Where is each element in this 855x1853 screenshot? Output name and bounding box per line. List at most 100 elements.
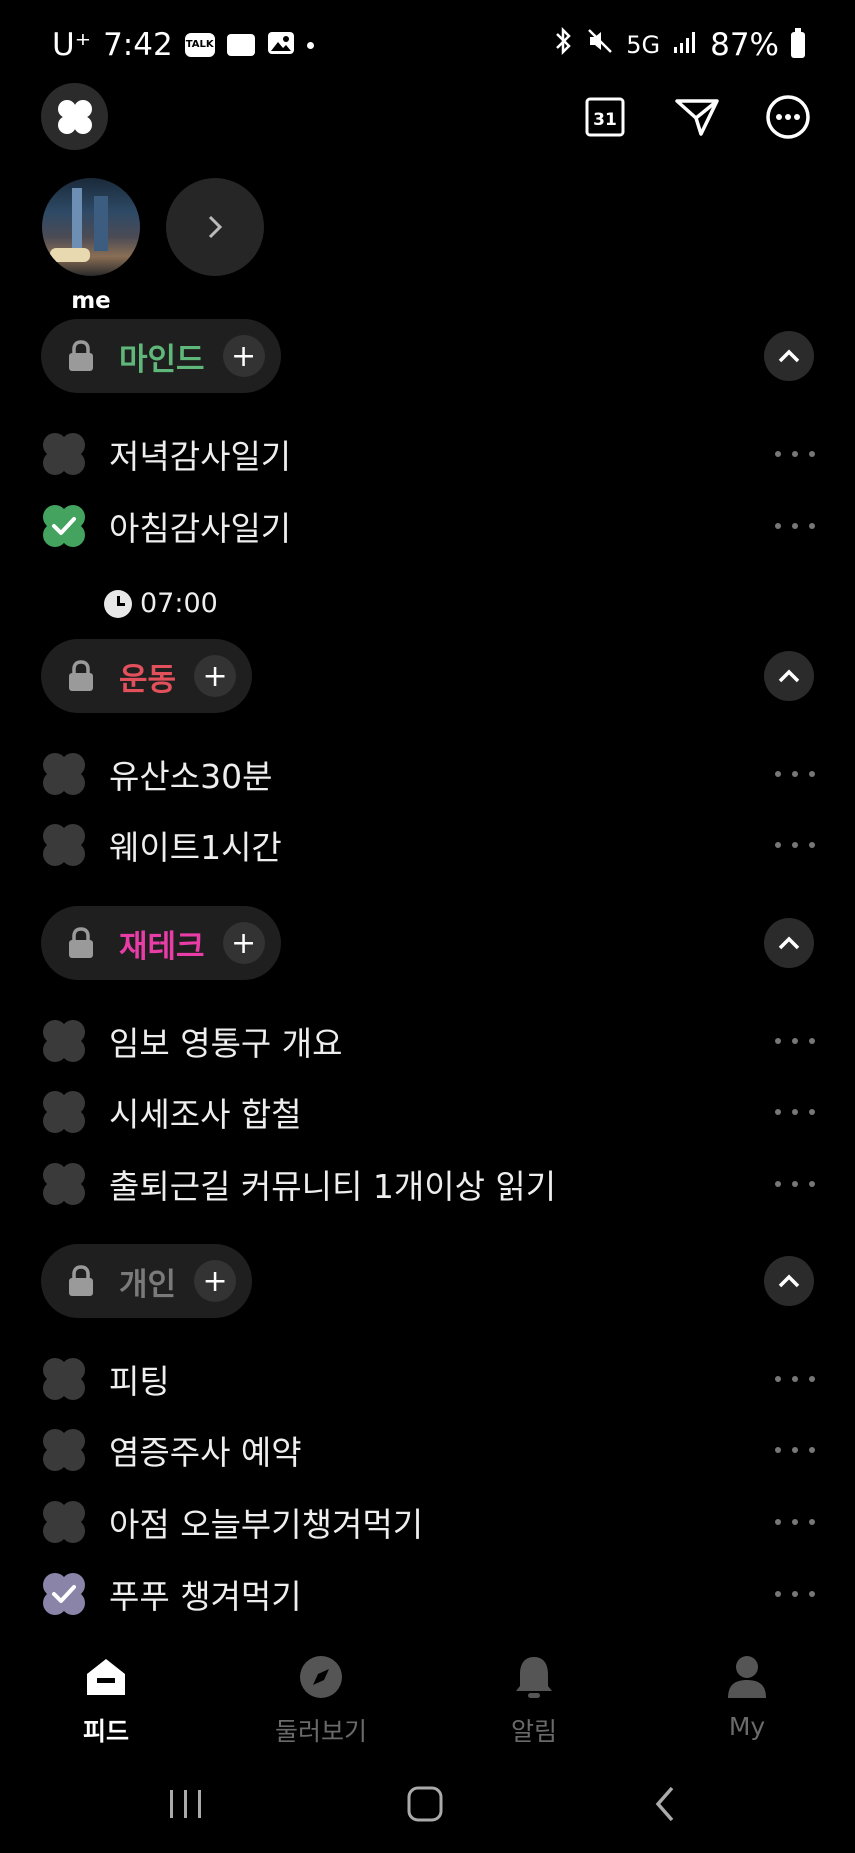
talk-notification-icon: TALK — [184, 33, 215, 57]
unchecked-clover-icon[interactable] — [41, 431, 87, 477]
task-row[interactable]: 푸푸 챙겨먹기 — [41, 1569, 815, 1619]
section-title: 개인 — [119, 1266, 177, 1303]
system-navigation-bar — [0, 1780, 855, 1830]
task-more-icon[interactable] — [775, 1376, 815, 1382]
section-header-pill[interactable]: 재테크 + — [41, 906, 281, 980]
unchecked-clover-icon[interactable] — [41, 1161, 87, 1207]
task-label: 임보 영통구 개요 — [109, 1024, 343, 1063]
clover-logo-icon — [57, 99, 92, 134]
mute-icon — [586, 27, 614, 63]
task-reminder-time: 07:00 — [104, 588, 218, 619]
section-header-pill[interactable]: 개인 + — [41, 1244, 252, 1318]
back-icon[interactable] — [650, 1784, 680, 1824]
chevron-up-icon — [778, 669, 800, 683]
task-label: 염증주사 예약 — [109, 1433, 302, 1472]
person-icon — [657, 1650, 837, 1704]
task-row[interactable]: 저녁감사일기 — [41, 429, 815, 479]
home-system-icon[interactable] — [405, 1784, 445, 1824]
task-more-icon[interactable] — [775, 1109, 815, 1115]
calendar-button[interactable]: 31 — [575, 89, 635, 145]
task-more-icon[interactable] — [775, 1038, 815, 1044]
app-logo-button[interactable] — [41, 83, 108, 150]
task-more-icon[interactable] — [775, 771, 815, 777]
unchecked-clover-icon[interactable] — [41, 751, 87, 797]
task-row[interactable]: 출퇴근길 커뮤니티 1개이상 읽기 — [41, 1159, 815, 1209]
bottom-navigation: 피드 둘러보기 알림 My — [0, 1650, 855, 1760]
clock-time: 7:42 — [103, 27, 173, 63]
unchecked-clover-icon[interactable] — [41, 1018, 87, 1064]
task-label: 아점 오늘부기챙겨먹기 — [109, 1505, 424, 1544]
section-collapse-button[interactable] — [764, 1256, 814, 1306]
checked-clover-icon[interactable] — [41, 503, 87, 549]
task-more-icon[interactable] — [775, 523, 815, 529]
network-type: 5G — [626, 31, 661, 59]
add-task-button[interactable]: + — [222, 922, 265, 964]
unchecked-clover-icon[interactable] — [41, 1499, 87, 1545]
task-label: 피팅 — [109, 1362, 170, 1401]
task-label: 아침감사일기 — [109, 509, 292, 548]
profile-avatar[interactable] — [42, 178, 140, 276]
more-options-button[interactable] — [758, 89, 818, 145]
nav-explore[interactable]: 둘러보기 — [231, 1650, 411, 1748]
send-icon — [675, 99, 719, 136]
add-task-button[interactable]: + — [194, 1260, 237, 1302]
task-row[interactable]: 염증주사 예약 — [41, 1425, 815, 1475]
unchecked-clover-icon[interactable] — [41, 1427, 87, 1473]
task-row[interactable]: 임보 영통구 개요 — [41, 1016, 815, 1066]
nav-notifications[interactable]: 알림 — [444, 1650, 624, 1748]
calendar-icon: 31 — [585, 97, 625, 137]
gallery-notification-icon — [267, 27, 295, 63]
task-more-icon[interactable] — [775, 451, 815, 457]
battery-percent: 87% — [710, 27, 779, 63]
task-row[interactable]: 피팅 — [41, 1354, 815, 1404]
home-icon — [16, 1650, 196, 1704]
recent-apps-icon[interactable] — [166, 1786, 206, 1822]
unchecked-clover-icon[interactable] — [41, 1089, 87, 1135]
more-notifications-dot — [306, 41, 314, 49]
section-title: 운동 — [119, 661, 177, 698]
task-more-icon[interactable] — [775, 1519, 815, 1525]
unchecked-clover-icon[interactable] — [41, 1356, 87, 1402]
section-header-pill[interactable]: 마인드 + — [41, 319, 281, 393]
profile-name: me — [71, 288, 111, 314]
status-bar: U⁺ 7:42 TALK 5G 87% — [52, 22, 805, 68]
unchecked-clover-icon[interactable] — [41, 822, 87, 868]
add-task-button[interactable]: + — [222, 335, 265, 377]
bluetooth-icon — [552, 26, 574, 63]
compass-icon — [231, 1650, 411, 1704]
task-more-icon[interactable] — [775, 1447, 815, 1453]
nav-feed-label: 피드 — [82, 1717, 129, 1746]
section-header-pill[interactable]: 운동 + — [41, 639, 252, 713]
task-row[interactable]: 아점 오늘부기챙겨먹기 — [41, 1497, 815, 1547]
task-row[interactable]: 웨이트1시간 — [41, 820, 815, 870]
lock-icon — [67, 340, 97, 372]
lock-icon — [67, 660, 97, 692]
nav-my-label: My — [728, 1712, 766, 1741]
task-more-icon[interactable] — [775, 1591, 815, 1597]
section-collapse-button[interactable] — [764, 651, 814, 701]
task-row[interactable]: 시세조사 합철 — [41, 1087, 815, 1137]
clock-icon — [104, 589, 132, 618]
task-more-icon[interactable] — [775, 842, 815, 848]
task-label: 저녁감사일기 — [109, 437, 292, 476]
profiles-more-button[interactable] — [166, 178, 264, 276]
task-label: 시세조사 합철 — [109, 1095, 302, 1134]
calendar-date: 31 — [593, 110, 617, 130]
add-task-button[interactable]: + — [194, 655, 237, 697]
task-label: 웨이트1시간 — [109, 828, 282, 867]
chevron-up-icon — [778, 936, 800, 950]
task-row[interactable]: 유산소30분 — [41, 749, 815, 799]
section-collapse-button[interactable] — [764, 331, 814, 381]
checked-clover-icon[interactable] — [41, 1571, 87, 1617]
nav-explore-label: 둘러보기 — [274, 1717, 367, 1746]
chevron-up-icon — [778, 349, 800, 363]
send-button[interactable] — [667, 89, 727, 145]
nav-feed[interactable]: 피드 — [16, 1650, 196, 1748]
signal-icon — [672, 27, 698, 63]
task-row[interactable]: 아침감사일기 — [41, 501, 815, 551]
nav-my[interactable]: My — [657, 1650, 837, 1741]
section-title: 마인드 — [119, 341, 205, 378]
carrier-label: U⁺ — [52, 27, 92, 63]
section-collapse-button[interactable] — [764, 918, 814, 968]
task-more-icon[interactable] — [775, 1181, 815, 1187]
